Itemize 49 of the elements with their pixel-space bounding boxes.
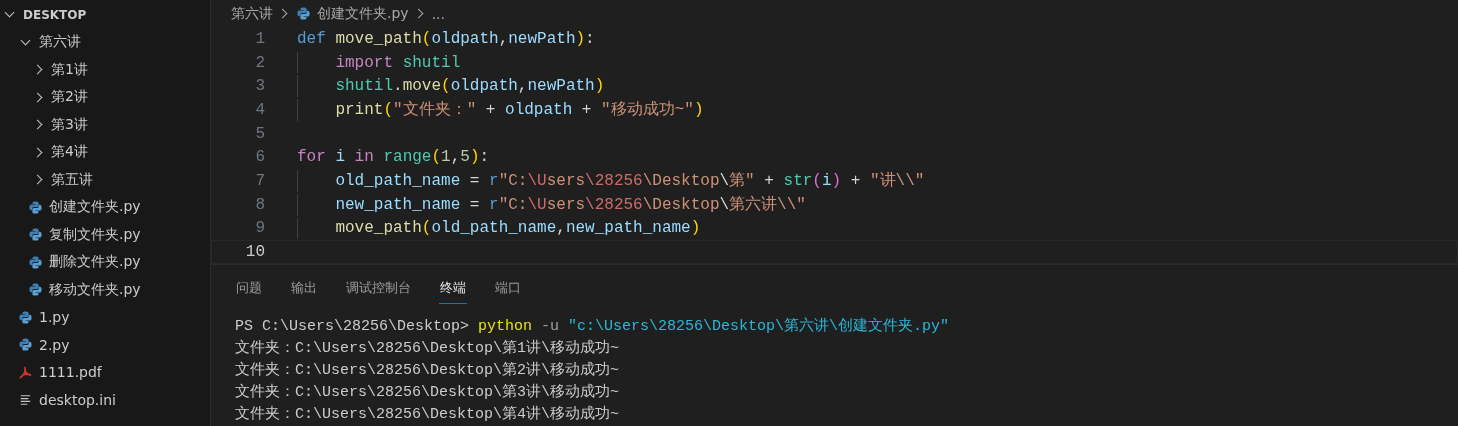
- python-icon: [18, 309, 33, 325]
- terminal-line: 文件夹：C:\Users\28256\Desktop\第2讲\移动成功~: [235, 360, 620, 381]
- tree-item[interactable]: desktop.ini: [0, 386, 210, 414]
- tree-item[interactable]: 删除文件夹.py: [0, 248, 210, 276]
- python-icon: [296, 6, 311, 21]
- python-icon: [28, 227, 43, 243]
- panel-tab[interactable]: 终端: [439, 275, 467, 304]
- tree-item[interactable]: 创建文件夹.py: [0, 193, 210, 221]
- line-number: 1: [254, 29, 265, 48]
- terminal-line: 文件夹：C:\Users\28256\Desktop\第3讲\移动成功~: [235, 382, 620, 403]
- pdf-icon: [18, 364, 33, 380]
- breadcrumb-item[interactable]: 第六讲: [231, 4, 273, 23]
- tree-item[interactable]: 第2讲: [0, 83, 210, 111]
- python-icon: [18, 337, 33, 353]
- line-number: 4: [254, 100, 265, 119]
- python-icon: [28, 282, 43, 298]
- panel-tab[interactable]: 调试控制台: [345, 275, 412, 304]
- line-number: 5: [254, 124, 265, 143]
- panel-tab[interactable]: 问题: [235, 275, 263, 304]
- tree-item[interactable]: 移动文件夹.py: [0, 276, 210, 304]
- code-line: for i in range(1,5):: [297, 148, 490, 167]
- tree-item[interactable]: 第五讲: [0, 166, 210, 194]
- python-icon: [28, 254, 43, 270]
- tree-item[interactable]: 第4讲: [0, 138, 210, 166]
- tree-item[interactable]: 1111.pdf: [0, 358, 210, 386]
- lines-icon: [18, 392, 33, 408]
- line-number: 6: [254, 148, 265, 167]
- tree-item[interactable]: 复制文件夹.py: [0, 221, 210, 249]
- terminal-line: 文件夹：C:\Users\28256\Desktop\第4讲\移动成功~: [235, 404, 620, 425]
- python-icon: [28, 199, 43, 215]
- explorer-header[interactable]: DESKTOP: [0, 1, 210, 29]
- terminal-line: 文件夹：C:\Users\28256\Desktop\第1讲\移动成功~: [235, 338, 620, 359]
- tree-item[interactable]: 第六讲: [0, 28, 210, 56]
- tree-item[interactable]: 1.py: [0, 303, 210, 331]
- tree-item[interactable]: 第1讲: [0, 56, 210, 84]
- line-number: 2: [254, 53, 265, 72]
- code-line: def move_path(oldpath,newPath):: [297, 29, 595, 48]
- line-number: 9: [254, 219, 265, 238]
- line-number: 3: [254, 77, 265, 96]
- breadcrumb-more[interactable]: ...: [431, 5, 445, 22]
- tree-item[interactable]: 第3讲: [0, 111, 210, 139]
- line-number: 7: [254, 171, 265, 190]
- tree-item[interactable]: 2.py: [0, 331, 210, 359]
- line-number: 10: [244, 243, 265, 262]
- panel-tab[interactable]: 端口: [494, 275, 522, 304]
- line-number: 8: [254, 195, 265, 214]
- breadcrumb-item[interactable]: 创建文件夹.py: [317, 4, 409, 23]
- terminal-line: PS C:\Users\28256\Desktop> python -u "c:\Users\28256\Desktop\第六讲\创建文件夹.py": [235, 316, 950, 337]
- panel-tab[interactable]: 输出: [290, 275, 318, 304]
